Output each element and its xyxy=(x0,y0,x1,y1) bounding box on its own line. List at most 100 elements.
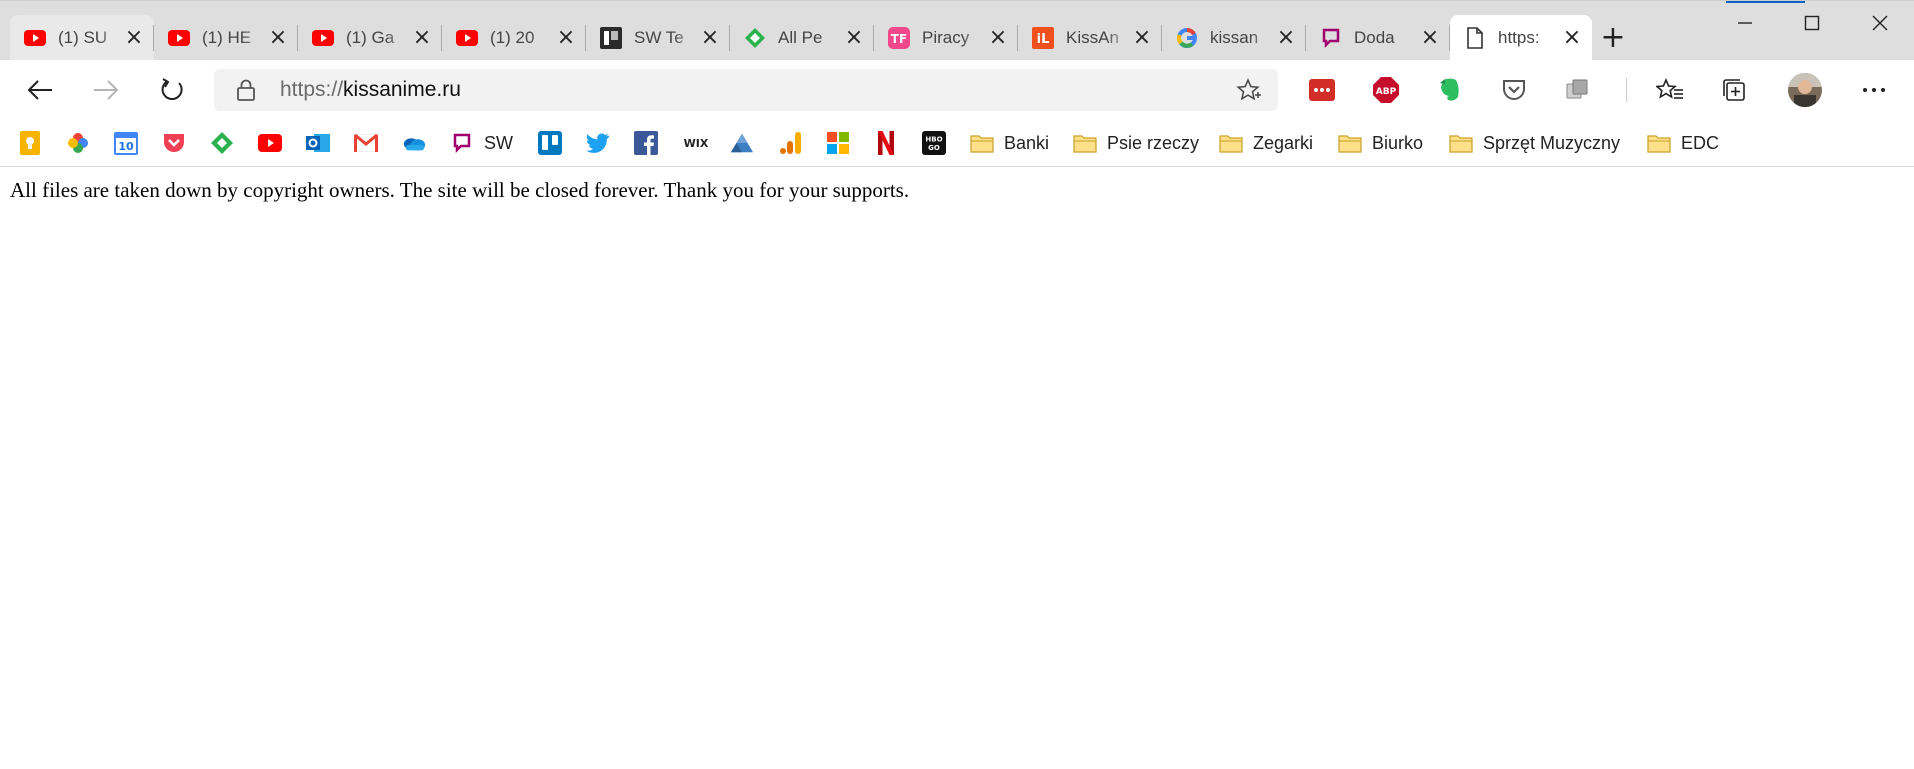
folder-icon xyxy=(1338,131,1362,155)
youtube-icon xyxy=(258,131,282,155)
close-window-button[interactable] xyxy=(1857,7,1903,39)
pocket-button[interactable] xyxy=(1498,74,1530,106)
close-icon[interactable]: × xyxy=(1276,27,1296,49)
profile-avatar[interactable] xyxy=(1788,73,1822,107)
bookmark-facebook[interactable] xyxy=(634,130,658,156)
close-icon[interactable]: × xyxy=(1420,27,1440,49)
close-icon[interactable]: × xyxy=(124,27,144,49)
youtube-icon xyxy=(312,27,334,49)
tab-dodaj[interactable]: Doda × xyxy=(1306,15,1450,61)
bookmark-outlook[interactable] xyxy=(306,130,330,156)
bookmark-folder-zegarki[interactable]: Zegarki xyxy=(1219,130,1313,156)
sw-bookmark-icon xyxy=(450,131,474,155)
maximize-button[interactable] xyxy=(1789,7,1835,39)
bookmark-keep[interactable] xyxy=(18,130,42,156)
tab-title: SW Te xyxy=(634,28,684,47)
tab-title: (1) HE xyxy=(202,28,252,47)
adblock-plus-button[interactable]: ABP xyxy=(1370,74,1402,106)
close-icon[interactable]: × xyxy=(844,27,864,49)
tab-youtube-2[interactable]: (1) HE × xyxy=(154,15,298,61)
close-icon[interactable]: × xyxy=(1132,27,1152,49)
bookmark-netflix[interactable] xyxy=(874,130,898,156)
tab-title: All Pe xyxy=(778,28,823,47)
bookmark-analytics[interactable] xyxy=(778,130,802,156)
bookmark-label: Banki xyxy=(1004,132,1050,153)
bookmark-drive[interactable] xyxy=(730,130,754,156)
pocket-icon xyxy=(162,131,186,155)
collections-button[interactable] xyxy=(1718,74,1750,106)
back-button[interactable] xyxy=(22,72,58,108)
tab-kissanime[interactable]: iL KissAn × xyxy=(1018,15,1162,61)
bookmark-pocket[interactable] xyxy=(162,130,186,156)
bookmark-onedrive[interactable] xyxy=(402,130,426,156)
close-icon[interactable]: × xyxy=(988,27,1008,49)
close-icon[interactable]: × xyxy=(412,27,432,49)
bookmark-twitter[interactable] xyxy=(586,130,610,156)
url-protocol: https:// xyxy=(280,78,344,101)
lastpass-button[interactable] xyxy=(1306,74,1338,106)
bookmark-calendar[interactable]: 10 xyxy=(114,130,138,156)
close-icon[interactable]: × xyxy=(1562,27,1582,49)
url-text[interactable]: https://kissanime.ru xyxy=(280,69,461,111)
maximize-icon xyxy=(1804,15,1820,31)
tab-youtube-1[interactable]: (1) SU × xyxy=(10,15,154,61)
bookmark-feedly[interactable] xyxy=(210,130,234,156)
tab-feedly[interactable]: All Pe × xyxy=(730,15,874,61)
settings-more-button[interactable] xyxy=(1858,74,1890,106)
toolbar: https://kissanime.ru ABP xyxy=(0,60,1914,120)
bookmark-label: Psie rzeczy xyxy=(1107,132,1200,153)
bookmark-folder-edc[interactable]: EDC xyxy=(1647,130,1719,156)
tab-active-kissanime[interactable]: https: × xyxy=(1450,15,1592,61)
hbo-go-icon: HBO GO xyxy=(922,131,946,155)
folder-icon xyxy=(970,131,994,155)
minimize-button[interactable] xyxy=(1722,7,1768,39)
tab-youtube-4[interactable]: (1) 20 × xyxy=(442,15,586,61)
youtube-icon xyxy=(168,27,190,49)
bookmark-microsoft[interactable] xyxy=(826,130,850,156)
extension-button[interactable] xyxy=(1562,74,1594,106)
tab-piracy[interactable]: TF Piracy × xyxy=(874,15,1018,61)
bookmark-trello[interactable] xyxy=(538,130,562,156)
bookmark-youtube[interactable] xyxy=(258,130,282,156)
bookmark-folder-sprzet-muzyczny[interactable]: Sprzęt Muzyczny xyxy=(1449,130,1620,156)
sw-bookmark-icon xyxy=(1320,27,1342,49)
lock-icon[interactable] xyxy=(236,79,256,106)
evernote-button[interactable] xyxy=(1434,74,1466,106)
tab-google-search[interactable]: kissan × xyxy=(1162,15,1306,61)
pocket-icon xyxy=(1503,80,1525,100)
address-bar[interactable]: https://kissanime.ru xyxy=(214,69,1278,111)
bookmark-hbo-go[interactable]: HBO GO xyxy=(922,130,946,156)
svg-text:GO: GO xyxy=(928,144,940,152)
bookmark-wix[interactable]: WIX xyxy=(682,130,710,156)
facebook-icon xyxy=(634,131,658,155)
folder-icon xyxy=(1219,131,1243,155)
favorites-button[interactable] xyxy=(1654,74,1686,106)
close-icon[interactable]: × xyxy=(268,27,288,49)
more-dots-icon xyxy=(1863,88,1885,92)
bookmark-label: EDC xyxy=(1681,132,1720,153)
new-tab-button[interactable]: + xyxy=(1598,23,1628,53)
close-icon[interactable]: × xyxy=(556,27,576,49)
bookmark-folder-psie-rzeczy[interactable]: Psie rzeczy xyxy=(1073,130,1199,156)
tab-strip-accent xyxy=(1726,1,1805,3)
bookmark-folder-banki[interactable]: Banki xyxy=(970,130,1049,156)
analytics-icon xyxy=(778,131,802,155)
svg-text:TF: TF xyxy=(891,32,907,46)
close-icon[interactable]: × xyxy=(700,27,720,49)
tab-sw-tech[interactable]: SW Te × xyxy=(586,15,730,61)
feedly-icon xyxy=(210,131,234,155)
favorite-star-icon[interactable] xyxy=(1236,78,1262,107)
refresh-button[interactable] xyxy=(154,72,190,108)
bookmark-gmail[interactable] xyxy=(354,130,378,156)
bookmark-photos[interactable] xyxy=(66,130,90,156)
close-icon xyxy=(1872,15,1888,31)
sw-tech-icon xyxy=(600,27,622,49)
bookmark-folder-biurko[interactable]: Biurko xyxy=(1338,130,1423,156)
bookmark-sw[interactable]: SW xyxy=(450,130,513,156)
folder-icon xyxy=(1073,131,1097,155)
bookmark-label: SW xyxy=(484,132,513,153)
forward-button[interactable] xyxy=(88,72,124,108)
tab-title: Doda xyxy=(1354,28,1395,47)
tab-youtube-3[interactable]: (1) Ga × xyxy=(298,15,442,61)
svg-text:HBO: HBO xyxy=(925,136,942,144)
